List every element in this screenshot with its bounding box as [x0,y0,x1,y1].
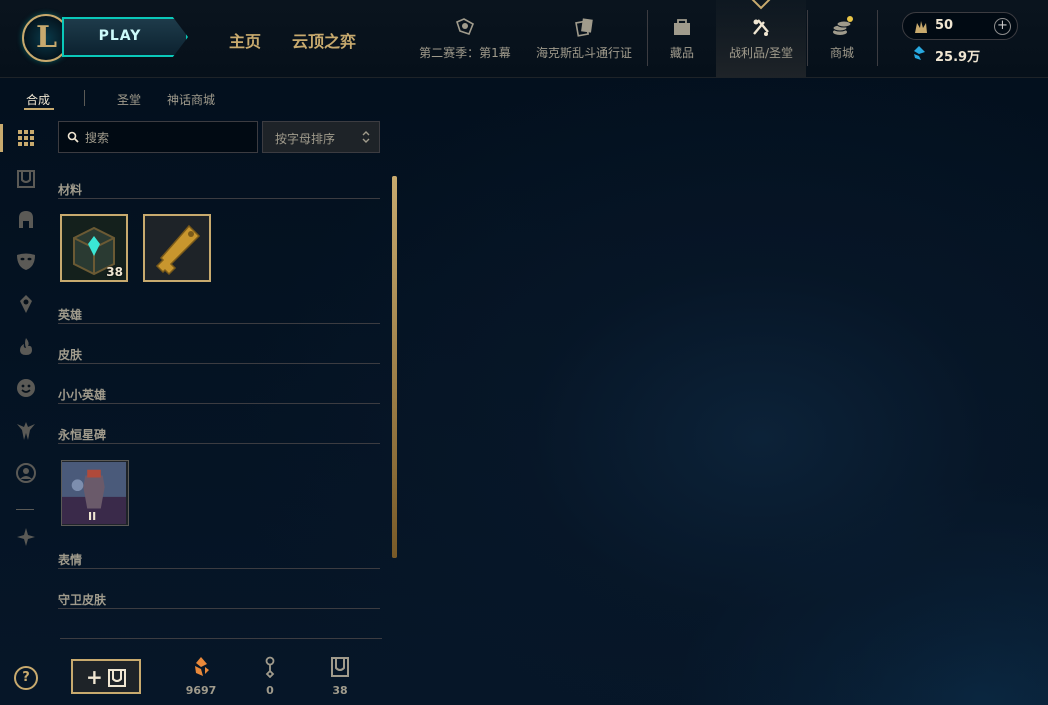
orange-essence-icon [195,657,209,676]
orange-essence-value: 9697 [185,684,217,697]
logo-letter: L [36,20,58,55]
nav-loot[interactable]: 战利品/圣堂 [716,0,806,77]
chest-value: 38 [332,684,348,697]
buy-rp-button[interactable]: + [994,18,1011,35]
craft-chest-button[interactable]: + [71,659,141,694]
active-tab-indicator [751,0,771,10]
blue-essence-value: 25.9万 [935,50,981,65]
footer-divider [60,638,382,639]
tab-mythic-shop[interactable]: 神话商城 [167,91,215,108]
disenchant-icon[interactable] [14,525,38,549]
loot-tile-key[interactable] [143,214,211,282]
tab-sanctum[interactable]: 圣堂 [117,91,141,108]
eternals-icon[interactable] [14,419,38,443]
nav-divider [647,10,648,66]
blue-essence-icon [914,46,925,60]
ward-icon[interactable] [14,292,38,316]
riot-points-box[interactable]: 50 + [902,12,1018,40]
collection-icon [674,19,690,35]
flame-icon[interactable] [14,335,38,359]
hextech-chest-count: 38 [106,265,123,279]
loot-list-scrollbar[interactable] [392,176,397,558]
top-navigation-bar: L PLAY 主页 云顶之弈 第二赛季：第1幕 海克斯乱斗通行证 藏品 战利品/… [0,0,1048,78]
nav-store[interactable]: 商城 [816,0,868,77]
key-counter: 0 [245,656,295,697]
nav-divider [877,10,878,66]
category-materials-title: 材料 [58,183,83,197]
chest-counter-icon [331,657,349,677]
nav-season-pass-label: 第二赛季：第1幕 [419,46,511,60]
chest-filter-icon[interactable] [14,167,38,191]
chest-icon [108,669,126,687]
key-value: 0 [266,684,274,697]
nav-season-pass[interactable]: 第二赛季：第1幕 [414,0,516,77]
scrollbar-thumb[interactable] [392,176,397,558]
loot-tile-hextech-chest[interactable]: 38 [60,214,128,282]
key-icon [265,656,275,678]
category-champions-title: 英雄 [58,308,83,322]
play-button[interactable]: PLAY [62,17,188,57]
nav-event-pass-label: 海克斯乱斗通行证 [535,46,632,60]
category-skins-header[interactable]: 皮肤 [58,344,380,364]
nav-collection-label: 藏品 [669,46,694,60]
category-little-legends-title: 小小英雄 [58,388,107,402]
category-eternals-header[interactable]: 永恒星碑 [58,424,380,444]
category-emotes-title: 表情 [58,553,83,567]
nav-home[interactable]: 主页 [229,28,261,52]
plus-icon: + [86,665,103,689]
riot-points-icon [915,21,927,33]
category-eternals-title: 永恒星碑 [58,428,107,442]
champion-helmet-icon[interactable] [14,208,38,232]
rail-active-indicator [0,124,3,152]
rail-divider [16,509,34,510]
nav-collection[interactable]: 藏品 [656,0,708,77]
skin-mask-icon[interactable] [14,249,38,273]
search-box[interactable] [58,121,258,153]
category-little-legends-header[interactable]: 小小英雄 [58,384,380,404]
cards-icon [575,18,593,37]
orange-essence-counter: 9697 [176,656,226,697]
nav-divider [807,10,808,66]
sort-dropdown-label: 按字母排序 [275,132,336,146]
category-emotes-header[interactable]: 表情 [58,549,380,569]
category-ward-skins-header[interactable]: 守卫皮肤 [58,589,380,609]
hextech-key-icon [145,216,209,280]
loot-tile-eternal[interactable]: II [61,460,129,526]
active-tab-underline [24,108,54,110]
nav-store-label: 商城 [829,46,854,60]
tab-crafting[interactable]: 合成 [26,91,50,108]
search-icon [67,131,79,143]
chest-counter: 38 [315,656,365,697]
riot-points-value: 50 [935,18,954,33]
category-materials-header[interactable]: 材料 [58,179,380,199]
help-button[interactable]: ? [14,666,38,690]
sort-dropdown[interactable]: 按字母排序 [262,121,380,153]
category-ward-skins-title: 守卫皮肤 [58,593,107,607]
store-coins-icon [832,16,853,35]
tab-divider [84,90,85,106]
eternal-series-number: II [88,510,97,523]
nav-loot-label: 战利品/圣堂 [728,46,794,60]
loot-icon [753,19,769,36]
grid-all-icon[interactable] [14,126,38,150]
nav-event-pass[interactable]: 海克斯乱斗通行证 [532,0,636,77]
category-skins-title: 皮肤 [58,348,83,362]
search-input[interactable] [85,128,253,148]
play-button-label: PLAY [98,28,142,44]
profile-icon[interactable] [14,461,38,485]
nav-tft[interactable]: 云顶之弈 [292,28,356,52]
category-champions-header[interactable]: 英雄 [58,304,380,324]
sort-arrows-icon [362,131,370,143]
emote-face-icon[interactable] [14,376,38,400]
season-pass-icon [456,18,475,35]
